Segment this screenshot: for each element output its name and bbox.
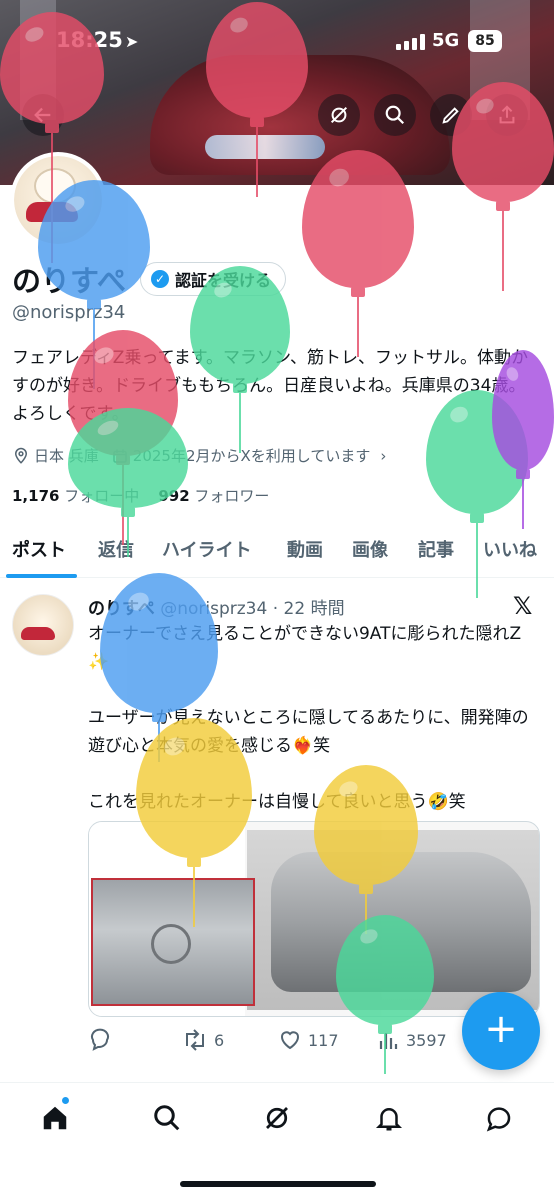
messages-icon <box>486 1107 511 1132</box>
nav-grok[interactable] <box>260 1101 294 1135</box>
balloon-decoration <box>314 765 418 934</box>
balloon-decoration <box>206 2 308 197</box>
nav-notifications[interactable] <box>372 1101 406 1135</box>
balloon-decoration <box>136 718 252 927</box>
nav-home[interactable] <box>38 1101 72 1135</box>
tweet-time: 22 時間 <box>283 599 345 619</box>
balloon-decoration <box>336 915 434 1074</box>
closeup-z-emblem-photo <box>91 878 255 1006</box>
views-count: 3597 <box>406 1030 447 1050</box>
retweet-icon <box>186 1029 204 1051</box>
balloon-decoration <box>492 350 554 529</box>
reply-icon <box>91 1028 109 1051</box>
tab-articles[interactable]: 記事 <box>418 536 454 562</box>
balloon-decoration <box>452 82 554 291</box>
grok-nav-icon <box>266 1107 288 1129</box>
balloon-decoration <box>38 180 150 389</box>
following-count: 1,176 <box>12 487 60 505</box>
location-arrow-icon: ➤ <box>125 32 139 51</box>
like-count: 117 <box>308 1030 339 1050</box>
search-button[interactable] <box>374 94 416 136</box>
compose-post-button[interactable]: + <box>462 992 540 1070</box>
home-indicator <box>180 1181 376 1187</box>
balloon-decoration <box>68 408 188 557</box>
active-tab-indicator <box>6 574 77 578</box>
profile-tabs: ポスト 返信 ハイライト 動画 画像 記事 いいね <box>0 530 554 578</box>
balloon-decoration <box>100 573 218 762</box>
verified-badge-icon: ✓ <box>151 270 169 288</box>
balloon-decoration <box>190 266 290 453</box>
chevron-right-icon[interactable]: › <box>380 447 386 465</box>
like-icon <box>281 1031 299 1050</box>
tweet-avatar[interactable] <box>12 594 74 656</box>
tab-likes[interactable]: いいね <box>483 536 537 562</box>
balloon-decoration <box>0 12 104 263</box>
tab-images[interactable]: 画像 <box>352 536 388 562</box>
tab-videos[interactable]: 動画 <box>287 536 323 562</box>
bottom-navigation <box>0 1082 554 1200</box>
search-icon <box>385 105 405 125</box>
home-notification-dot <box>62 1097 69 1104</box>
profile-handle: @norisprz34 <box>12 302 126 323</box>
x-logo-icon: 𝕏 <box>513 592 533 620</box>
retweet-count: 6 <box>214 1030 225 1050</box>
tab-highlights[interactable]: ハイライト <box>162 536 252 562</box>
balloon-decoration <box>302 150 414 357</box>
followers-label: フォロワー <box>194 487 270 505</box>
nav-explore[interactable] <box>150 1101 184 1135</box>
tab-posts[interactable]: ポスト <box>12 536 66 562</box>
notifications-icon <box>375 1108 403 1131</box>
nav-messages[interactable] <box>482 1101 516 1135</box>
grok-icon <box>330 106 348 124</box>
retweet-button[interactable]: 6 <box>182 1028 224 1052</box>
reply-button[interactable] <box>88 1028 112 1052</box>
location-icon <box>14 447 28 464</box>
cellular-signal-icon <box>396 34 426 50</box>
battery-indicator: 85 <box>468 30 502 52</box>
grok-button[interactable] <box>318 94 360 136</box>
plus-icon: + <box>484 1006 518 1052</box>
like-button[interactable]: 117 <box>278 1028 339 1052</box>
network-type: 5G <box>432 30 460 51</box>
home-icon <box>43 1106 67 1130</box>
explore-icon <box>154 1105 180 1131</box>
